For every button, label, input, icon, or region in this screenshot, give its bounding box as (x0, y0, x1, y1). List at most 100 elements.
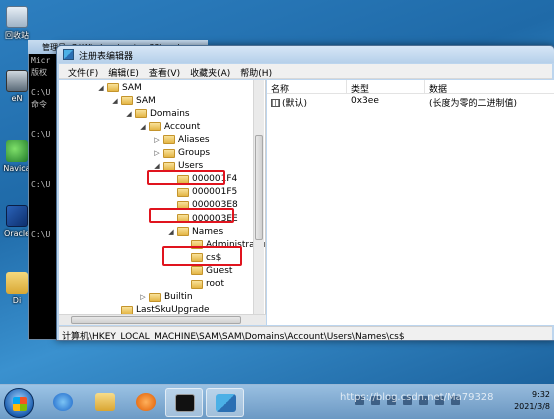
menu-bar: 文件(F) 编辑(E) 查看(V) 收藏夹(A) 帮助(H) (59, 64, 552, 79)
media-player-icon (136, 393, 156, 411)
tree-node[interactable]: 000001F5 (167, 186, 237, 199)
folder-icon (191, 279, 203, 289)
tree-node-label: root (206, 279, 225, 289)
tree-node[interactable]: ▷ Groups (153, 147, 210, 160)
tree-node[interactable]: ◢ SAM (97, 81, 142, 94)
column-name[interactable]: 名称 (267, 80, 347, 95)
value-name-cell: (默认) (267, 96, 347, 109)
folder-icon (163, 135, 175, 145)
expand-toggle-icon[interactable]: ◢ (167, 228, 175, 236)
console-line: C:\U (31, 180, 51, 189)
expand-toggle-icon[interactable]: ▷ (153, 149, 161, 157)
expand-toggle-icon[interactable]: ◢ (97, 84, 105, 92)
folder-icon (149, 292, 161, 302)
tree-node-label: 000001F5 (192, 187, 238, 198)
value-name: (默认) (282, 99, 308, 109)
column-type[interactable]: 类型 (347, 80, 425, 95)
clock-date: 2021/3/8 (514, 402, 550, 411)
scroll-thumb[interactable] (71, 316, 241, 324)
clock[interactable]: 9:32 2021/3/8 (514, 389, 550, 413)
tree-node[interactable]: ▷ Aliases (153, 133, 210, 146)
desktop-icon-recycle-bin[interactable]: 回收站 (0, 6, 34, 41)
highlight-box-cs (162, 246, 242, 266)
column-data[interactable]: 数据 (425, 80, 554, 95)
tree-node[interactable]: ◢ Domains (125, 107, 190, 120)
start-button[interactable] (4, 388, 34, 418)
ie-icon (53, 393, 73, 411)
title-bar[interactable]: 注册表编辑器 (57, 46, 554, 63)
tree-node[interactable]: ◢ Account (139, 120, 200, 133)
navicat-icon (6, 140, 28, 162)
expand-toggle-icon[interactable]: ▷ (139, 293, 147, 301)
registry-tree[interactable]: ◢ SAM ◢ SAM ◢ Domains ◢ Account ▷ Aliases ▷ Groups ◢… (59, 80, 266, 325)
regedit-window: 注册表编辑器 文件(F) 编辑(E) 查看(V) 收藏夹(A) 帮助(H) ◢ S… (56, 45, 554, 341)
tree-node-label: Builtin (164, 292, 193, 303)
folder-icon (6, 272, 28, 294)
tree-node-label: Account (164, 121, 201, 132)
tree-node[interactable]: Guest (181, 264, 232, 277)
menu-help[interactable]: 帮助(H) (235, 64, 277, 79)
folder-icon (121, 96, 133, 106)
values-list[interactable]: 名称 类型 数据 (默认) 0x3ee (长度为零的二进制值) (267, 80, 554, 325)
taskbar-ie-button[interactable] (44, 388, 82, 417)
cmd-icon (175, 394, 195, 412)
console-line: 版权 (31, 68, 47, 77)
value-row[interactable]: (默认) 0x3ee (长度为零的二进制值) (267, 96, 554, 109)
menu-file[interactable]: 文件(F) (63, 64, 103, 79)
highlight-box-000001F4 (147, 170, 225, 185)
expand-toggle-icon[interactable]: ◢ (139, 123, 147, 131)
tree-node[interactable]: ▷ Builtin (139, 291, 193, 304)
menu-view[interactable]: 查看(V) (144, 64, 185, 79)
tree-node-label: Guest (206, 265, 233, 276)
tree-horizontal-scrollbar[interactable] (59, 314, 266, 325)
app-icon (6, 70, 28, 92)
expand-toggle-icon[interactable]: ◢ (125, 110, 133, 118)
tree-node-label: Names (192, 226, 224, 237)
menu-edit[interactable]: 编辑(E) (103, 64, 144, 79)
expand-toggle-icon[interactable]: ▷ (153, 136, 161, 144)
folder-icon (191, 266, 203, 276)
expand-toggle-icon[interactable]: ◢ (111, 97, 119, 105)
console-line: C:\U (31, 130, 51, 139)
tree-node-label: Aliases (178, 134, 210, 145)
taskbar-media-button[interactable] (127, 388, 165, 417)
desktop-icon-label: 回收站 (5, 31, 29, 40)
menu-favorites[interactable]: 收藏夹(A) (185, 64, 235, 79)
console-line: C:\U (31, 230, 51, 239)
desktop-icon-label: Navica (3, 164, 31, 173)
desktop-icon-label: Oracle (3, 229, 31, 238)
scroll-thumb[interactable] (255, 135, 263, 240)
taskbar-cmd-button[interactable] (165, 388, 203, 417)
tree-vertical-scrollbar[interactable] (253, 80, 264, 315)
tree-node-label: SAM (122, 82, 142, 93)
folder-icon (149, 122, 161, 132)
expand-toggle-icon[interactable]: ◢ (153, 162, 161, 170)
tree-node-label: Domains (150, 108, 190, 119)
value-data: (长度为零的二进制值) (429, 99, 518, 109)
folder-icon (135, 109, 147, 119)
desktop-icon-label: Di (12, 296, 22, 305)
taskbar-regedit-button[interactable] (206, 388, 244, 417)
console-line: Micr (31, 56, 51, 65)
binary-value-icon (271, 99, 280, 107)
recycle-bin-icon (6, 6, 28, 28)
window-title: 注册表编辑器 (79, 52, 134, 62)
watermark: https://blog.csdn.net/Ma79328 (340, 392, 494, 403)
folder-icon (95, 393, 115, 411)
status-bar: 计算机\HKEY_LOCAL_MACHINE\SAM\SAM\Domains\A… (59, 326, 552, 340)
tree-node[interactable]: root (181, 278, 224, 291)
folder-icon (177, 187, 189, 197)
console-line: C:\U (31, 88, 51, 97)
clock-time: 9:32 (532, 390, 550, 399)
regedit-icon (63, 49, 74, 60)
folder-icon (107, 83, 119, 92)
regedit-icon (216, 394, 236, 412)
virtualbox-icon (6, 205, 28, 227)
highlight-box-000003EE (149, 208, 234, 223)
console-line: 命令 (31, 100, 47, 109)
desktop-icon-label: eN (11, 94, 23, 103)
folder-icon (163, 148, 175, 158)
tree-node[interactable]: ◢ Names (167, 225, 223, 238)
taskbar-explorer-button[interactable] (86, 388, 124, 417)
tree-node[interactable]: ◢ SAM (111, 94, 156, 107)
